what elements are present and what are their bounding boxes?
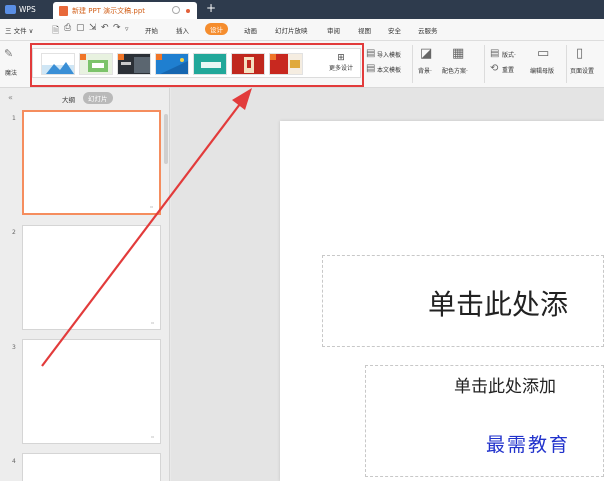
reset-icon[interactable]: ⟲ [490, 63, 498, 74]
document-tab[interactable]: 新建 PPT 演示文稿.ppt [53, 2, 197, 19]
magic-wand-icon[interactable]: ✎ [4, 47, 18, 65]
menu-bar: 三 文件 ∨ 🗎 ⎙ ▢ ⇲ ↶ ↷ ▿ 开始 插入 设计 动画 幻灯片放映 审… [0, 19, 604, 41]
slide-thumbnail[interactable]: ▫ [22, 339, 161, 444]
new-tab-button[interactable]: + [206, 1, 216, 15]
slide-number: 4 [12, 458, 16, 465]
watermark-text: 最需教育 [486, 434, 571, 456]
annotation-highlight-box [30, 43, 364, 87]
menu-item-design[interactable]: 设计 [205, 23, 228, 35]
import-template-icon[interactable]: ▤ [366, 48, 375, 59]
import-template-button[interactable]: 导入模板 [377, 50, 401, 59]
page-setup-icon[interactable]: ▯ [576, 46, 583, 61]
slide-number: 3 [12, 344, 16, 351]
ribbon-divider [566, 45, 567, 83]
export-icon[interactable]: ⇲ [89, 23, 97, 33]
redo-icon[interactable]: ↷ [113, 23, 121, 33]
background-icon[interactable]: ◪ [420, 46, 432, 61]
menu-item-view[interactable]: 视图 [358, 25, 371, 35]
slide-thumbnail[interactable] [22, 453, 161, 481]
slide-thumb-marker: ▫ [151, 434, 154, 439]
preview-icon[interactable]: ▢ [76, 23, 85, 33]
edit-master-icon[interactable]: ▭ [537, 46, 549, 61]
ribbon-divider [484, 45, 485, 83]
print-icon[interactable]: ⎙ [64, 23, 71, 33]
tab-slides[interactable]: 幻灯片 [83, 92, 113, 104]
ppt-file-icon [59, 5, 68, 16]
save-icon[interactable]: 🗎 [52, 23, 59, 39]
title-bar: WPS 新建 PPT 演示文稿.ppt + [0, 0, 604, 19]
slide-editing-canvas: 单击此处添 单击此处添加 最需教育 [171, 88, 604, 481]
title-placeholder[interactable]: 单击此处添 [322, 255, 604, 347]
slide-thumbnail-panel: « 大纲 幻灯片 1 ▫ 2 ▫ 3 ▫ 4 [0, 88, 170, 481]
menu-item-security[interactable]: 安全 [388, 25, 401, 35]
wps-home-label: WPS [19, 5, 36, 14]
slide-number: 1 [12, 115, 16, 122]
slide-thumbnail[interactable]: ▫ [22, 110, 161, 215]
this-template-icon[interactable]: ▤ [366, 63, 375, 74]
tab-outline[interactable]: 大纲 [62, 94, 75, 104]
menu-item-cloud[interactable]: 云服务 [418, 25, 438, 35]
layout-button[interactable]: 版式· [502, 50, 516, 59]
menu-item-slideshow[interactable]: 幻灯片放映 [275, 25, 308, 35]
page-setup-button[interactable]: 页面设置 [570, 66, 594, 75]
collapse-panel-icon[interactable]: « [8, 93, 13, 102]
title-placeholder-text: 单击此处添 [428, 288, 569, 321]
magic-label[interactable]: 魔法 [5, 68, 17, 77]
document-tab-title: 新建 PPT 演示文稿.ppt [72, 6, 146, 15]
slide-thumbnail[interactable]: ▫ [22, 225, 161, 330]
subtitle-placeholder-text: 单击此处添加 [454, 377, 556, 397]
color-scheme-button[interactable]: 配色方案· [442, 66, 468, 75]
ribbon-divider [412, 45, 413, 83]
color-scheme-icon[interactable]: ▦ [452, 46, 464, 61]
edit-master-button[interactable]: 编辑母版 [530, 66, 554, 75]
menu-item-insert[interactable]: 插入 [176, 25, 189, 35]
wps-home-tab[interactable]: WPS [0, 0, 48, 19]
customize-icon[interactable]: ▿ [125, 25, 129, 33]
undo-icon[interactable]: ↶ [101, 23, 109, 33]
file-menu[interactable]: 三 文件 ∨ [5, 25, 33, 35]
current-slide[interactable]: 单击此处添 单击此处添加 最需教育 [280, 121, 604, 481]
slide-thumb-marker: ▫ [151, 320, 154, 325]
slide-thumb-marker: ▫ [150, 204, 153, 209]
menu-item-animation[interactable]: 动画 [244, 25, 257, 35]
unsaved-dot-icon [186, 9, 190, 13]
menu-item-review[interactable]: 审阅 [327, 25, 340, 35]
wps-logo-icon [5, 5, 16, 14]
menu-item-home[interactable]: 开始 [145, 25, 158, 35]
thumbnail-scrollbar[interactable] [164, 114, 168, 164]
reset-button[interactable]: 重置 [502, 65, 514, 74]
subtitle-placeholder[interactable]: 单击此处添加 最需教育 [365, 365, 604, 477]
tab-pin-icon[interactable] [172, 6, 180, 14]
background-button[interactable]: 背景· [418, 66, 432, 75]
this-template-button[interactable]: 本文模板 [377, 65, 401, 74]
layout-icon[interactable]: ▤ [490, 48, 499, 59]
slide-number: 2 [12, 229, 16, 236]
